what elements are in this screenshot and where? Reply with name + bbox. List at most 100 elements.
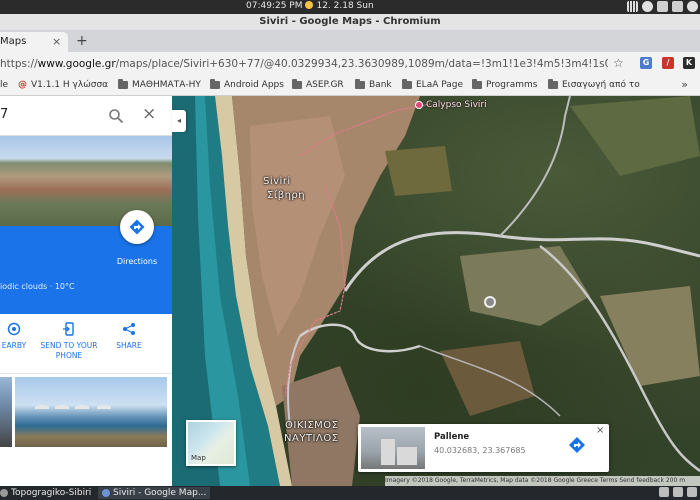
card-title: Pallene: [434, 432, 470, 442]
hotel-pin-icon: [415, 101, 423, 109]
bookmark-folder[interactable]: Εισαγωγή από το: [548, 79, 640, 90]
map-label-siviri-greek: Σίβηρη: [267, 190, 306, 201]
nearby-button[interactable]: EARBY: [0, 322, 28, 351]
directions-icon[interactable]: [568, 436, 586, 454]
chromium-icon: [102, 489, 110, 497]
action-bar: EARBY SEND TO YOUR PHONE SHARE: [0, 314, 172, 374]
bookmark-label: Bank: [369, 80, 392, 90]
window-icon[interactable]: [673, 487, 683, 497]
directions-button[interactable]: [120, 210, 154, 244]
map-label-oikismos: ΟΙΚΙΣΜΟΣ: [285, 420, 339, 431]
minimap-label: Map: [191, 454, 206, 462]
folder-icon: [548, 79, 558, 89]
network-icon[interactable]: [657, 1, 668, 12]
system-top-bar: 07:49:25 PM 12. 2.18 Sun: [0, 0, 700, 14]
bookmark-label: Programms: [486, 80, 538, 90]
poi-calypso-siviri[interactable]: Calypso Siviri: [415, 100, 487, 110]
taskbar-item-topografiko[interactable]: Topogragiko-Sibiri: [0, 487, 91, 499]
address-bar: https://www.google.gr/maps/place/Siviri+…: [0, 52, 700, 76]
profile-extension-icon[interactable]: K: [683, 57, 695, 69]
taskbar-label: Siviri - Google Map...: [113, 488, 207, 498]
document-icon: [0, 489, 8, 497]
folder-icon: [402, 79, 412, 89]
card-close-icon[interactable]: ×: [596, 425, 604, 436]
folder-icon: [210, 79, 220, 89]
nearby-label: EARBY: [1, 341, 27, 350]
clock-date: 12. 2.18 Sun: [316, 1, 374, 11]
place-panel: 7 × Directions iodic clouds · 10°C EARBY: [0, 96, 172, 486]
tab-title: Maps: [0, 36, 27, 47]
taskbar-tray: [659, 487, 697, 497]
map-attribution: Imagery ©2018 Google, TerraMetrics, Map …: [385, 476, 700, 486]
send-to-phone-button[interactable]: SEND TO YOUR PHONE: [38, 322, 100, 361]
bookmark-folder[interactable]: Android Apps: [210, 79, 284, 90]
screen: 07:49:25 PM 12. 2.18 Sun Siviri - Google …: [0, 0, 700, 500]
gallery-photo[interactable]: [15, 377, 167, 447]
bookmarks-bar: le @ V1.1.1 Η γλώσσα ΜΑΘΗΜΑΤΑ-ΗΥ Android …: [0, 76, 700, 96]
share-button[interactable]: SHARE: [110, 322, 148, 351]
street-view-thumbnail[interactable]: [361, 427, 425, 469]
workspace-icon[interactable]: [687, 487, 697, 497]
send-to-phone-icon: [63, 322, 74, 336]
map-label-naftilos: ΝΑΥΤΙΛΟΣ: [284, 433, 339, 444]
bookmark-folder[interactable]: ELaA Page: [402, 79, 464, 90]
search-icon[interactable]: [108, 108, 124, 124]
bookmarks-overflow-icon[interactable]: »: [681, 78, 688, 91]
translate-extension-icon[interactable]: G: [640, 57, 652, 69]
extension-icon[interactable]: /: [662, 57, 674, 69]
gallery-photo[interactable]: [0, 377, 12, 447]
bookmark-label: ELaA Page: [416, 80, 464, 90]
sun-icon: [305, 1, 314, 9]
share-label: SHARE: [116, 341, 142, 350]
bookmark-item[interactable]: @ V1.1.1 Η γλώσσα: [18, 80, 108, 90]
bookmark-label: V1.1.1 Η γλώσσα: [31, 80, 109, 90]
bookmark-label: ASEP.GR: [306, 80, 344, 90]
location-card[interactable]: Pallene 40.032683, 23.367685 ×: [358, 424, 609, 472]
bookmark-label: Εισαγωγή από το: [562, 80, 640, 90]
new-tab-button[interactable]: +: [76, 33, 88, 49]
place-header: Directions iodic clouds · 10°C: [0, 210, 172, 314]
weather-info: iodic clouds · 10°C: [0, 282, 75, 291]
window-title: Siviri - Google Maps - Chromium: [0, 14, 700, 30]
search-box[interactable]: 7 ×: [0, 96, 172, 136]
layer-switcher-map[interactable]: Map: [186, 420, 236, 466]
close-icon[interactable]: ×: [52, 35, 61, 48]
nearby-icon: [7, 322, 21, 336]
volume-icon[interactable]: [672, 1, 683, 12]
url-host: www.google.gr: [37, 58, 116, 70]
dropped-pin-icon[interactable]: [484, 296, 496, 308]
system-clock[interactable]: 07:49:25 PM 12. 2.18 Sun: [246, 1, 374, 11]
bookmark-favicon-icon: @: [18, 80, 27, 90]
taskbar: Topogragiko-Sibiri Siviri - Google Map..…: [0, 486, 700, 500]
tab-strip: Maps × +: [0, 30, 700, 52]
poi-label: Calypso Siviri: [426, 100, 487, 110]
bookmark-item[interactable]: le: [0, 80, 8, 90]
tab-maps[interactable]: Maps ×: [0, 32, 68, 52]
bookmark-folder[interactable]: Bank: [355, 79, 392, 90]
directions-label[interactable]: Directions: [106, 257, 168, 266]
url-field[interactable]: https://www.google.gr/maps/place/Siviri+…: [0, 55, 608, 73]
taskbar-item-chromium[interactable]: Siviri - Google Map...: [98, 487, 211, 499]
url-path: /maps/place/Siviri+630+77/@40.0329934,23…: [115, 58, 608, 70]
bookmark-folder[interactable]: ASEP.GR: [292, 79, 344, 90]
taskbar-label: Topogragiko-Sibiri: [11, 488, 92, 498]
bookmark-folder[interactable]: Programms: [472, 79, 538, 90]
bookmark-folder[interactable]: ΜΑΘΗΜΑΤΑ-ΗΥ: [118, 79, 201, 90]
share-icon: [123, 323, 135, 335]
help-icon[interactable]: [659, 487, 669, 497]
search-input[interactable]: 7: [0, 107, 8, 122]
photo-gallery: [0, 374, 172, 486]
bookmark-label: ΜΑΘΗΜΑΤΑ-ΗΥ: [132, 80, 201, 90]
keyboard-icon[interactable]: [627, 1, 638, 12]
card-coordinates: 40.032683, 23.367685: [434, 446, 526, 455]
power-icon[interactable]: [687, 1, 698, 12]
bookmark-star-icon[interactable]: ☆: [613, 56, 624, 70]
collapse-panel-button[interactable]: ◂: [172, 110, 186, 132]
map-label-siviri: Siviri: [263, 176, 291, 187]
bookmark-label: Android Apps: [224, 80, 284, 90]
folder-icon: [472, 79, 482, 89]
clock-time: 07:49:25 PM: [246, 1, 303, 11]
folder-icon: [355, 79, 365, 89]
update-icon[interactable]: [642, 1, 653, 12]
clear-search-icon[interactable]: ×: [142, 104, 156, 124]
